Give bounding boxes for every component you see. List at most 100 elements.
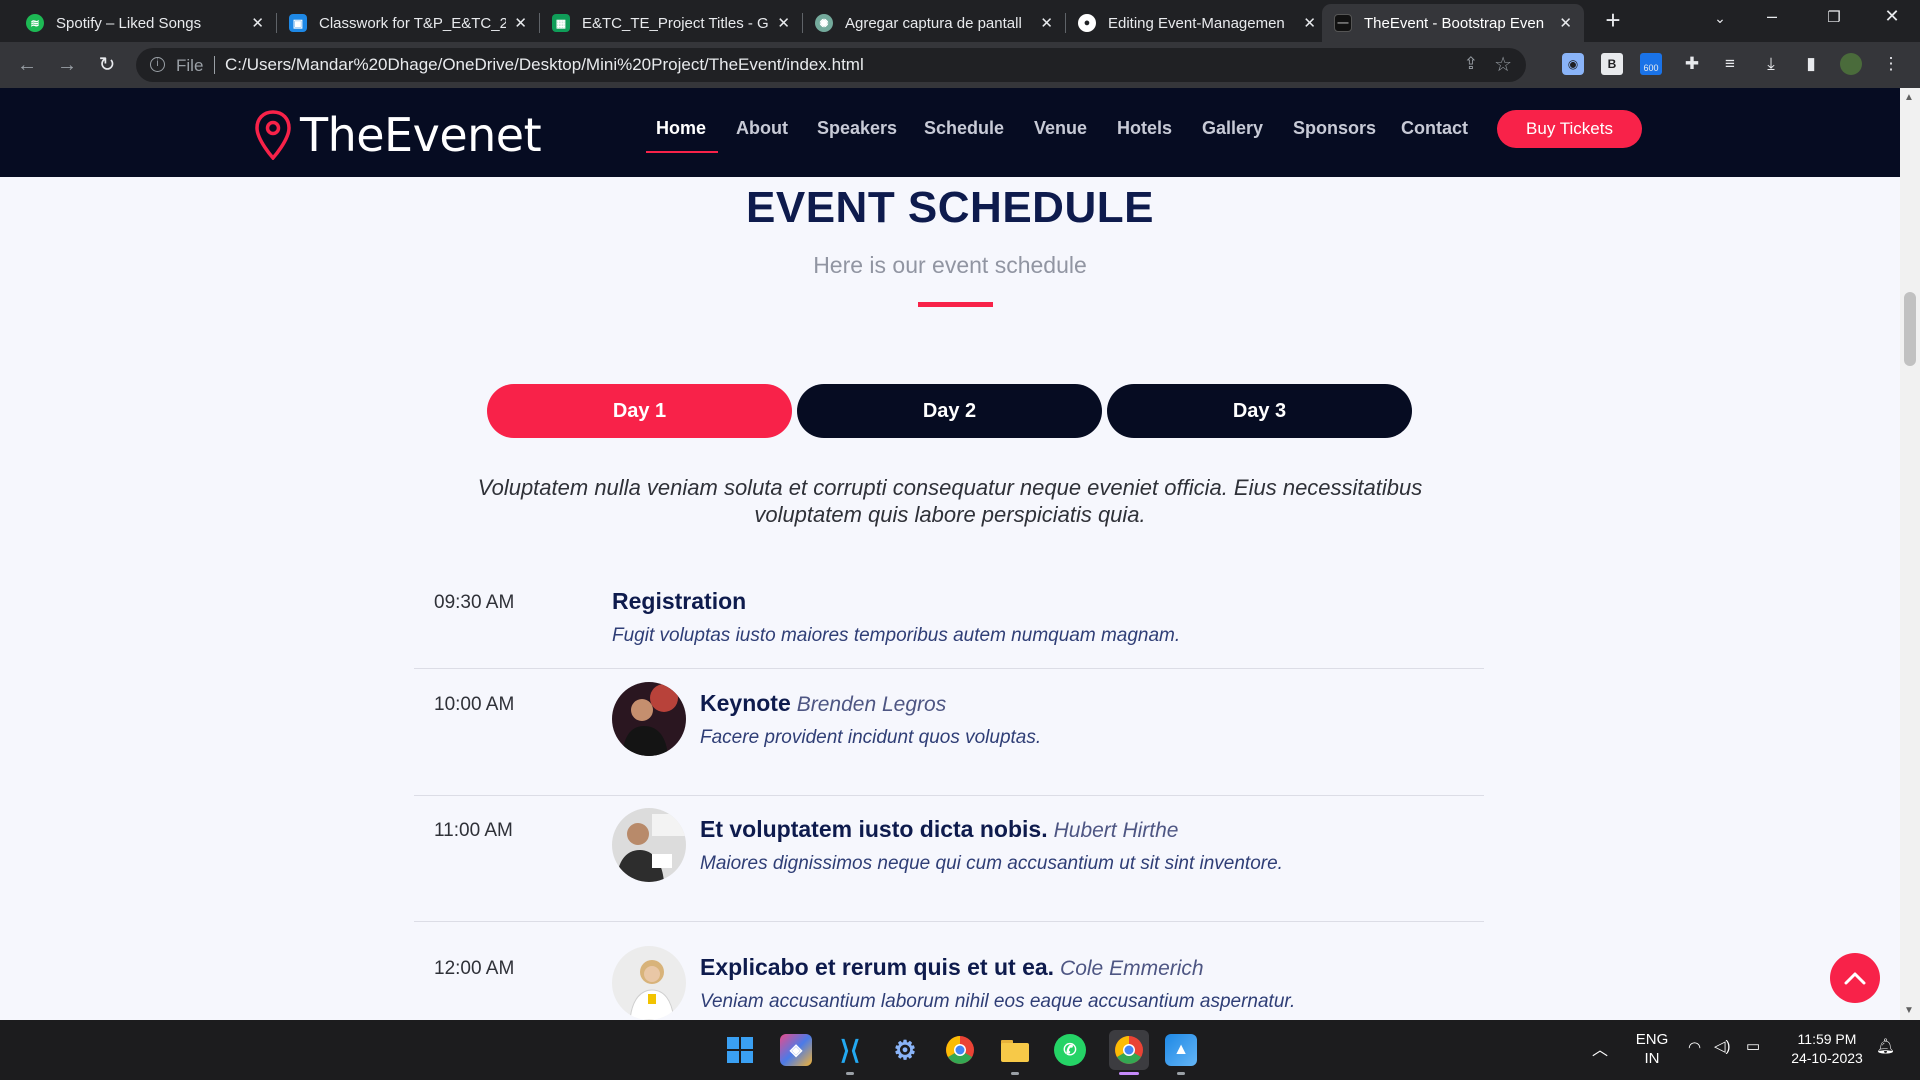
location-pin-icon (255, 110, 291, 160)
file-explorer-icon[interactable] (999, 1034, 1031, 1066)
speaker-name[interactable]: Brenden Legros (797, 693, 946, 716)
schedule-row: 10:00 AM Keynote Brenden Legros Facere pr… (414, 682, 1484, 796)
schedule-heading: Explicabo et rerum quis et ut ea. Cole Em… (700, 954, 1204, 981)
tab-day-3[interactable]: Day 3 (1107, 384, 1412, 438)
site-logo[interactable]: TheEvenet (254, 108, 542, 162)
schedule-time: 10:00 AM (434, 694, 515, 715)
clock-date: 24-10-2023 (1791, 1050, 1863, 1066)
tab-day-2[interactable]: Day 2 (797, 384, 1102, 438)
screen-capture-extension-icon[interactable]: ◉ (1562, 53, 1584, 75)
session-title: Explicabo et rerum quis et ut ea. (700, 954, 1055, 980)
reload-icon[interactable]: ↻ (93, 51, 121, 79)
schedule-time: 09:30 AM (434, 592, 515, 613)
running-indicator (846, 1072, 854, 1075)
back-icon[interactable]: ← (13, 51, 41, 79)
schedule-intro: Voluptatem nulla veniam soluta et corrup… (477, 475, 1423, 527)
active-indicator (1119, 1072, 1139, 1075)
chrome-active-icon[interactable] (1109, 1030, 1149, 1070)
buy-tickets-button[interactable]: Buy Tickets (1497, 110, 1642, 148)
close-icon[interactable]: ✕ (1303, 14, 1316, 32)
close-icon[interactable]: ✕ (1040, 14, 1053, 32)
browser-toolbar: ← → ↻ i File C:/Users/Mandar%20Dhage/One… (0, 42, 1920, 88)
browser-tab[interactable]: ● Editing Event-Managemen ✕ (1066, 4, 1328, 42)
browser-tab[interactable]: ≋ Spotify – Liked Songs ✕ (14, 4, 276, 42)
nav-sponsors[interactable]: Sponsors (1293, 118, 1376, 139)
menu-dots-icon[interactable]: ⋮ (1880, 53, 1902, 75)
photos-icon[interactable]: ▲ (1165, 1034, 1197, 1066)
scroll-up-icon[interactable]: ▲ (1904, 92, 1914, 103)
browser-tab[interactable]: ▣ Classwork for T&P_E&TC_2 ✕ (277, 4, 539, 42)
site-icon: — (1334, 14, 1352, 32)
back-to-top-button[interactable] (1830, 953, 1880, 1003)
session-title: Registration (612, 588, 747, 614)
speaker-name[interactable]: Hubert Hirthe (1054, 819, 1179, 842)
b-extension-icon[interactable]: B (1601, 53, 1623, 75)
scrollbar-thumb[interactable] (1904, 292, 1916, 366)
tab-search-icon[interactable]: ⌄ (1700, 10, 1740, 27)
restore-button[interactable]: ❐ (1814, 8, 1854, 26)
nav-speakers[interactable]: Speakers (817, 118, 897, 139)
nav-about[interactable]: About (736, 118, 788, 139)
minimize-button[interactable]: – (1752, 6, 1792, 27)
bookmark-star-icon[interactable]: ☆ (1494, 52, 1512, 77)
browser-tab[interactable]: ▦ E&TC_TE_Project Titles - Go ✕ (540, 4, 802, 42)
profile-avatar[interactable] (1840, 53, 1862, 75)
address-bar[interactable]: i File C:/Users/Mandar%20Dhage/OneDrive/… (136, 48, 1526, 82)
battery-icon[interactable]: ▭ (1746, 1037, 1760, 1055)
session-description: Maiores dignissimos neque qui cum accusa… (700, 853, 1283, 874)
vscode-icon[interactable]: ⟩⟨ (834, 1034, 866, 1066)
session-title: Et voluptatem iusto dicta nobis. (700, 816, 1048, 842)
scheme-label: File (176, 56, 204, 75)
side-panel-icon[interactable]: ▮ (1800, 53, 1822, 75)
tab-title: Classwork for T&P_E&TC_2 (319, 14, 507, 32)
speaker-avatar (612, 682, 686, 756)
tab-title: TheEvent - Bootstrap Even (1364, 14, 1545, 32)
schedule-row: 12:00 AM Explicabo et rerum quis et ut e… (414, 946, 1484, 1020)
notification-bell-icon[interactable]: 🔔︎ (1876, 1037, 1895, 1055)
browser-tab-active[interactable]: — TheEvent - Bootstrap Even ✕ (1322, 4, 1584, 42)
settings-gear-icon[interactable]: ⚙ (889, 1034, 921, 1066)
speaker-name[interactable]: Cole Emmerich (1060, 957, 1204, 980)
url-text[interactable]: C:/Users/Mandar%20Dhage/OneDrive/Desktop… (225, 55, 864, 75)
schedule-time: 12:00 AM (434, 958, 515, 979)
clock[interactable]: 11:59 PM 24-10-2023 (1782, 1030, 1872, 1068)
forward-icon[interactable]: → (53, 51, 81, 79)
nav-contact[interactable]: Contact (1401, 118, 1468, 139)
wifi-icon[interactable]: ◠ (1688, 1038, 1701, 1056)
extensions-puzzle-icon[interactable]: ✚ (1681, 53, 1703, 75)
nav-schedule[interactable]: Schedule (924, 118, 1004, 139)
session-description: Veniam accusantium laborum nihil eos eaq… (700, 991, 1296, 1012)
browser-tab-strip: ≋ Spotify – Liked Songs ✕ ▣ Classwork fo… (0, 0, 1920, 42)
share-icon[interactable]: ⇪ (1464, 54, 1478, 74)
nav-hotels[interactable]: Hotels (1117, 118, 1172, 139)
nav-gallery[interactable]: Gallery (1202, 118, 1263, 139)
tab-title: Agregar captura de pantall (845, 14, 1022, 32)
reading-list-icon[interactable]: ≡ (1719, 53, 1741, 75)
close-icon[interactable]: ✕ (1559, 14, 1572, 32)
info-icon[interactable]: i (150, 57, 165, 72)
chatgpt-icon: ✺ (815, 14, 833, 32)
language-indicator[interactable]: ENG IN (1630, 1030, 1674, 1068)
close-icon[interactable]: ✕ (251, 14, 264, 32)
tab-day-1[interactable]: Day 1 (487, 384, 792, 438)
session-description: Facere provident incidunt quos voluptas. (700, 727, 1042, 748)
close-window-button[interactable]: ✕ (1872, 6, 1912, 27)
close-icon[interactable]: ✕ (777, 14, 790, 32)
chrome-icon[interactable] (944, 1034, 976, 1066)
windows-start-icon[interactable] (724, 1034, 756, 1066)
whatsapp-icon[interactable]: ✆ (1054, 1034, 1086, 1066)
close-icon[interactable]: ✕ (514, 14, 527, 32)
nav-venue[interactable]: Venue (1034, 118, 1087, 139)
new-tab-button[interactable]: + (1598, 6, 1628, 36)
nav-home[interactable]: Home (656, 118, 706, 139)
copilot-icon[interactable]: ◈ (780, 1034, 812, 1066)
volume-icon[interactable]: ◁) (1714, 1037, 1731, 1055)
tray-chevron-icon[interactable]: ︿ (1592, 1036, 1608, 1060)
counter-extension-icon[interactable]: 600 (1640, 53, 1662, 75)
scroll-down-icon[interactable]: ▼ (1904, 1005, 1914, 1016)
download-icon[interactable]: ⤓ (1760, 53, 1782, 75)
logo-text: TheEvenet (300, 108, 542, 162)
browser-tab[interactable]: ✺ Agregar captura de pantall ✕ (803, 4, 1065, 42)
running-indicator (1011, 1072, 1019, 1075)
page-scrollbar[interactable]: ▲ ▼ (1900, 88, 1920, 1020)
